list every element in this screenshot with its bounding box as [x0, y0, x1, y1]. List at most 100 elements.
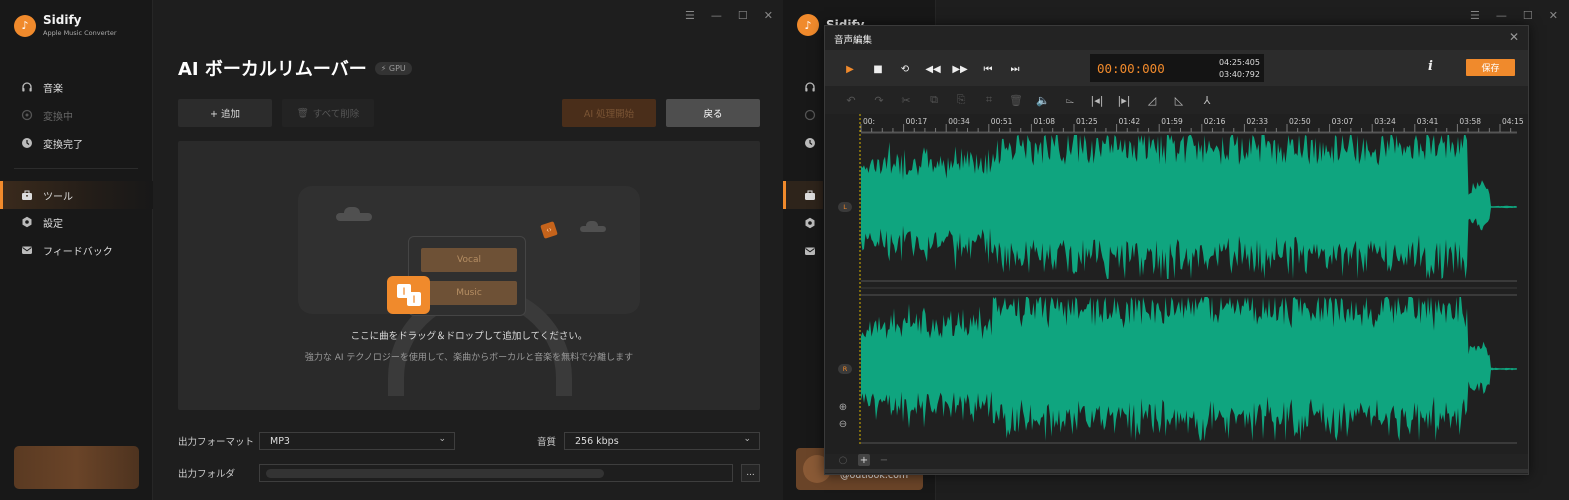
minimize-icon[interactable]: — — [1496, 9, 1507, 22]
logo-icon: ♪ — [14, 14, 36, 37]
chevron-down-icon: ⌄ — [438, 434, 446, 444]
timeline-label: 04:15 — [1502, 117, 1524, 126]
redo-icon[interactable]: ↷ — [871, 92, 887, 108]
paste-icon[interactable]: ⎘ — [953, 92, 969, 108]
sidebar-item-settings[interactable]: 設定 — [0, 209, 153, 235]
headphones-icon[interactable] — [804, 81, 816, 93]
sidebar-item-tools[interactable] — [783, 181, 823, 209]
converting-icon — [21, 109, 33, 121]
minimize-icon[interactable]: — — [711, 9, 722, 22]
save-button[interactable]: 保存 — [1466, 59, 1515, 76]
sidebar-item-music[interactable]: 音楽 — [0, 74, 153, 100]
loop-icon[interactable]: ⟲ — [898, 62, 912, 76]
current-time: 00:00:000 — [1097, 61, 1165, 76]
gear-icon[interactable] — [804, 217, 816, 229]
sidebar-item-converting[interactable]: 変換中 — [0, 102, 153, 128]
timeline-label: 00: — [863, 117, 875, 126]
gpu-badge: ⚡ GPU — [374, 61, 412, 75]
sidebar: ♪ Sidify Apple Music Converter 音楽 変換中 変換… — [0, 0, 153, 500]
ai-start-button[interactable]: AI 処理開始 — [562, 99, 656, 127]
converting-icon[interactable] — [804, 109, 816, 121]
play-icon[interactable]: ▶ — [843, 62, 857, 76]
quality-label: 音質 — [537, 437, 557, 448]
logo-icon: ♪ — [797, 14, 819, 36]
transport-bar: ▶ ■ ⟲ ◀◀ ▶▶ ⏮ ⏭ 00:00:000 04:25:405 03:4… — [825, 50, 1528, 86]
timeline-label: 00:17 — [906, 117, 928, 126]
waveform-canvas[interactable]: 00: 00:17 00:34 00:51 01:08 01:25 01:42 01:59 02… — [825, 114, 1528, 454]
add-icon[interactable]: + — [858, 454, 870, 466]
chevron-down-icon: ⌄ — [743, 434, 751, 444]
timeline-label: 00:34 — [948, 117, 970, 126]
sidebar-item-feedback[interactable]: フィードバック — [0, 237, 153, 263]
brand: ♪ Sidify Apple Music Converter — [14, 14, 117, 37]
clock-icon[interactable] — [804, 137, 816, 149]
sidebar-item-label: 設定 — [43, 218, 63, 230]
maximize-icon[interactable]: ☐ — [1523, 9, 1533, 22]
close-icon[interactable]: ✕ — [1509, 30, 1519, 44]
clear-all-button[interactable]: 🗑 すべて削除 — [282, 99, 374, 127]
timeline-label: 01:59 — [1161, 117, 1183, 126]
page-title: AI ボーカルリムーバー ⚡ GPU — [178, 55, 412, 81]
add-button[interactable]: + 追加 — [178, 99, 272, 127]
rewind-icon[interactable]: ◀◀ — [925, 62, 940, 76]
account-panel[interactable] — [14, 446, 139, 489]
sidebar-item-label: 変換完了 — [43, 139, 83, 151]
edit-toolbar: ↶ ↷ ✂ ⧉ ⎘ ⌗ 🗑 🔈 ⌳ |◂| |▸| ◿ ◺ ⅄ — [825, 88, 1528, 112]
mail-icon — [21, 244, 33, 256]
skip-forward-icon[interactable]: ⏭ — [1008, 62, 1022, 76]
folder-path — [266, 469, 604, 478]
menu-icon[interactable]: ☰ — [685, 9, 695, 22]
crop-icon[interactable]: ⌗ — [981, 92, 997, 108]
drop-zone[interactable]: Vocal Music ‖ ‖ ‹› ここに曲をドラッグ＆ドロップして追加してく… — [178, 141, 760, 410]
main-window: ♪ Sidify Apple Music Converter 音楽 変換中 変換… — [0, 0, 783, 500]
remove-icon[interactable]: − — [878, 454, 890, 466]
time-display: 00:00:000 04:25:405 03:40:792 — [1090, 54, 1264, 82]
split-icon[interactable]: ⅄ — [1199, 92, 1215, 108]
page-title-text: AI ボーカルリムーバー — [178, 59, 367, 80]
back-button[interactable]: 戻る — [666, 99, 760, 127]
sidebar-item-converted[interactable]: 変換完了 — [0, 130, 153, 156]
trim-right-icon[interactable]: |▸| — [1116, 92, 1132, 108]
total-time: 04:25:405 — [1218, 58, 1260, 67]
trim-left-icon[interactable]: |◂| — [1089, 92, 1105, 108]
undo-icon[interactable]: ↶ — [843, 92, 859, 108]
output-folder-field[interactable] — [259, 464, 733, 482]
browse-folder-button[interactable]: ... — [741, 464, 760, 482]
sidebar-item-label: ツール — [43, 191, 73, 203]
fade-in-icon[interactable]: ◿ — [1144, 92, 1160, 108]
timeline-label: 01:42 — [1119, 117, 1141, 126]
timeline-label: 02:33 — [1246, 117, 1268, 126]
delete-icon[interactable]: 🗑 — [1008, 92, 1024, 108]
timeline-label: 00:51 — [991, 117, 1013, 126]
stop-icon[interactable]: ■ — [871, 62, 885, 76]
output-format-select[interactable]: MP3 ⌄ — [259, 432, 455, 450]
record-icon[interactable]: ○ — [837, 454, 849, 466]
maximize-icon[interactable]: ☐ — [738, 9, 748, 22]
music-pill: Music — [421, 281, 517, 305]
close-icon[interactable]: ✕ — [764, 9, 773, 22]
fast-forward-icon[interactable]: ▶▶ — [952, 62, 967, 76]
fade-icon[interactable]: ⌳ — [1062, 92, 1078, 108]
skip-back-icon[interactable]: ⏮ — [981, 62, 995, 76]
audio-editor-dialog: 音声編集 ✕ ▶ ■ ⟲ ◀◀ ▶▶ ⏮ ⏭ 00:00:000 04:25:4… — [824, 25, 1529, 475]
timeline-label: 01:08 — [1033, 117, 1055, 126]
cut-icon[interactable]: ✂ — [898, 92, 914, 108]
horizontal-scrollbar[interactable] — [825, 469, 1528, 473]
sidebar-item-tools[interactable]: ツール — [0, 181, 153, 209]
quality-select[interactable]: 256 kbps ⌄ — [564, 432, 760, 450]
volume-icon[interactable]: 🔈 — [1035, 92, 1051, 108]
sidebar-divider — [14, 168, 138, 169]
audio-file-icon: ‖ ‖ — [387, 276, 430, 314]
mail-icon[interactable] — [804, 245, 816, 257]
close-icon[interactable]: ✕ — [1549, 9, 1558, 22]
copy-icon[interactable]: ⧉ — [926, 92, 942, 108]
fade-out-icon[interactable]: ◺ — [1171, 92, 1187, 108]
menu-icon[interactable]: ☰ — [1470, 9, 1480, 22]
timeline-label: 03:58 — [1459, 117, 1481, 126]
waveform-area[interactable]: L R ⊕ ⊖ 00: 00:17 00:34 00:51 01:08 01:25 01:4… — [825, 114, 1528, 454]
gpu-badge-label: GPU — [388, 63, 406, 73]
cloud-icon — [586, 221, 598, 230]
trash-icon: 🗑 — [296, 107, 309, 119]
sidebar-item-label: 変換中 — [43, 111, 73, 123]
info-icon[interactable]: i — [1428, 59, 1433, 74]
